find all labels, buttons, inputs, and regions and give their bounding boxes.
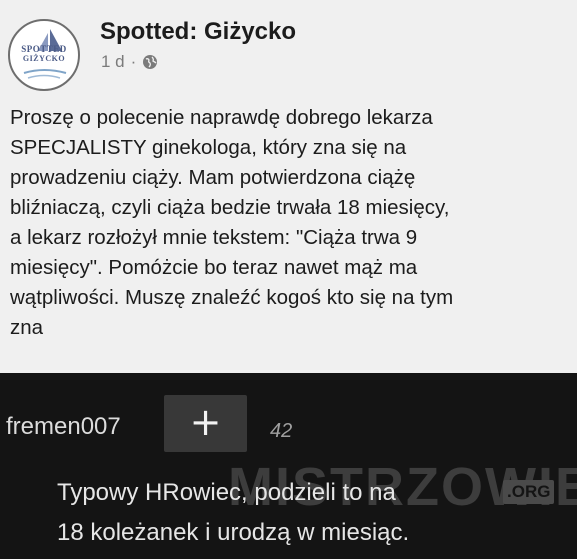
meta-separator: · [130,52,137,71]
upvote-button[interactable]: + [164,395,247,452]
comment-username[interactable]: fremen007 [6,413,121,441]
post-body-line: Proszę o polecenie naprawdę dobrego leka… [10,106,433,129]
post-body-line: SPECJALISTY ginekologa, który zna się na [10,136,407,159]
post-body-line: bliźniaczą, czyli ciąża bedzie trwała 18… [10,196,450,219]
post-meta: 1 d · [101,51,158,73]
post-timestamp[interactable]: 1 d [101,52,125,72]
page-name[interactable]: Spotted: Giżycko [100,18,296,46]
post-body-line: zna [10,316,44,339]
globe-icon[interactable] [142,54,158,70]
facebook-post-screenshot: SPOTTED GIŻYCKO Spotted: Giżycko 1 d · P… [0,0,577,373]
post-body-line: wątpliwości. Muszę znaleźć kogoś kto się… [10,286,454,309]
comment-text-line: 18 koleżanek i urodzą w miesiąc. [57,519,410,546]
comment-text-line: Typowy HRowiec, podzieli to na [57,479,396,506]
avatar-logo-line1: SPOTTED [21,44,67,54]
post-body-line: miesięcy". Pomóżcie bo teraz nawet mąż m… [10,256,418,279]
post-body-line: a lekarz rozłożył mnie tekstem: "Ciąża t… [10,226,418,249]
post-body: Proszę o polecenie naprawdę dobrego leka… [10,103,572,343]
comment: fremen007 + 42 MISTRZOWIE .ORG Typowy HR… [0,373,577,559]
comment-text: Typowy HRowiec, podzieli to na 18 koleża… [57,473,557,553]
post-body-line: prowadzeniu ciąży. Mam potwierdzona ciąż… [10,166,416,189]
avatar-logo-line2: GIŻYCKO [22,54,66,63]
vote-count: 42 [270,420,293,442]
page-avatar[interactable]: SPOTTED GIŻYCKO [8,19,80,91]
